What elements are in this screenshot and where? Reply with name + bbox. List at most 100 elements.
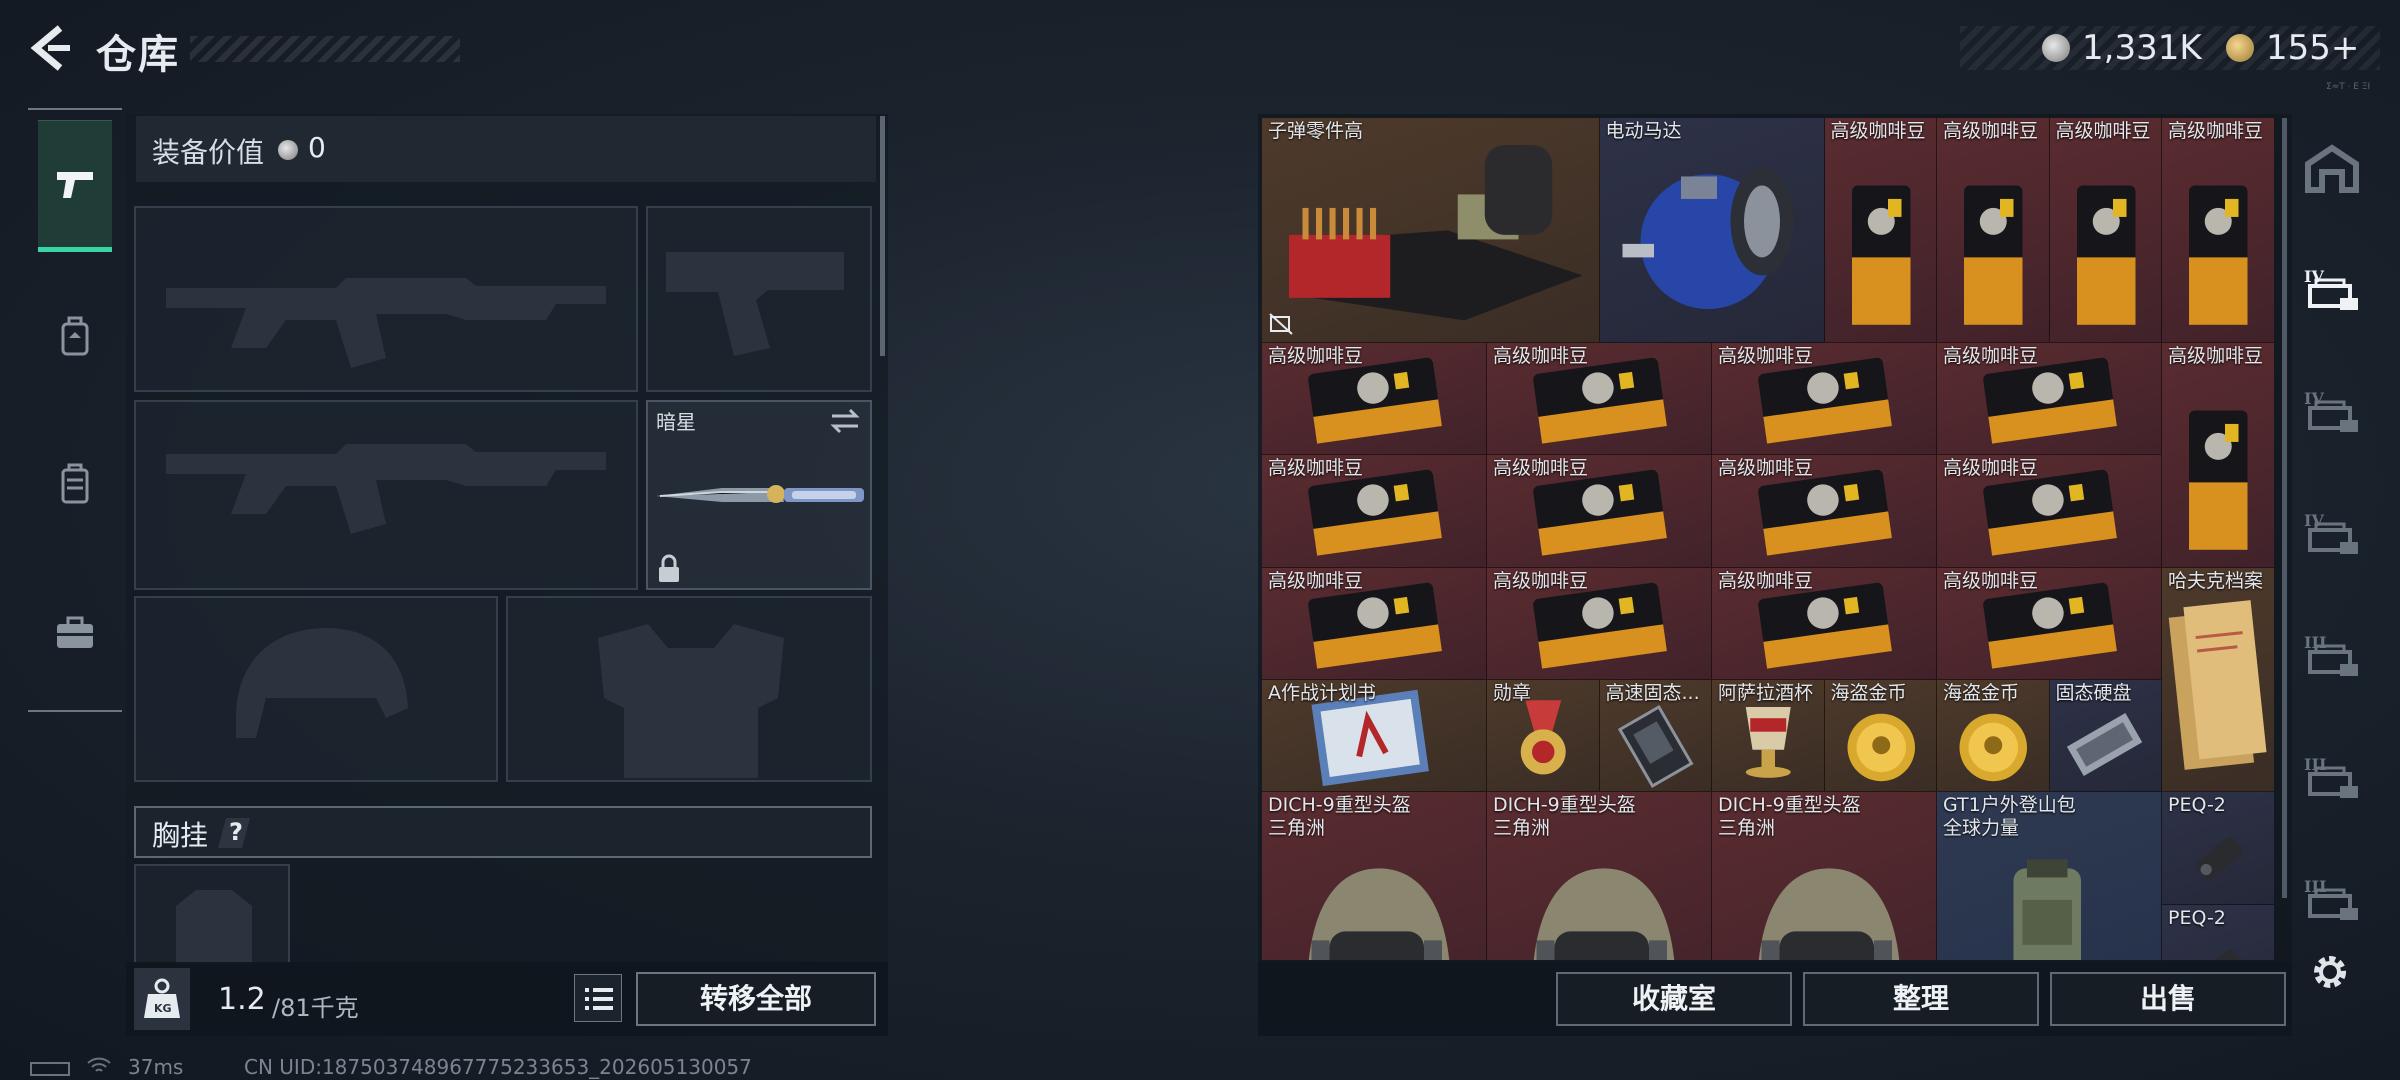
list-view-button[interactable] <box>574 974 622 1022</box>
storage-item[interactable]: 电动马达 <box>1599 118 1825 343</box>
storage-item[interactable]: 高级咖啡豆 <box>1824 118 1937 343</box>
helmet-slot[interactable] <box>134 596 498 782</box>
storage-item[interactable]: 高级咖啡豆 <box>1712 455 1937 568</box>
item-name: 高级咖啡豆 <box>1268 457 1364 480</box>
item-name: PEQ-2 <box>2168 906 2226 929</box>
container-tab[interactable]: IV <box>2300 382 2364 446</box>
item-name: 高级咖啡豆 <box>1493 457 1589 480</box>
weight-icon: KG <box>134 968 190 1030</box>
item-name: 子弹零件高 <box>1268 120 1364 142</box>
container-iv-icon: IV <box>2304 389 2358 432</box>
storage-item[interactable]: 高级咖啡豆 <box>1487 567 1712 680</box>
loadout-scrollbar[interactable] <box>880 116 885 356</box>
storage-item[interactable]: 高级咖啡豆 <box>1712 567 1937 680</box>
svg-text:IV: IV <box>2304 267 2324 286</box>
lock-icon <box>659 554 679 582</box>
container-tab[interactable] <box>2300 138 2364 202</box>
storage-item[interactable]: 高级咖啡豆 <box>1262 567 1487 680</box>
tab-cases[interactable] <box>38 566 112 698</box>
back-button[interactable] <box>26 22 78 74</box>
item-name: PEQ-2 <box>2168 794 2226 817</box>
storage-item[interactable]: 高级咖啡豆 <box>1487 342 1712 456</box>
organize-button[interactable]: 整理 <box>1803 972 2039 1026</box>
storage-item[interactable]: PEQ-2 <box>2162 792 2274 905</box>
item-name: 高级咖啡豆 <box>1268 344 1364 367</box>
swap-icon[interactable] <box>828 408 862 434</box>
primary-weapon-slot-1[interactable] <box>134 206 638 392</box>
storage-item[interactable]: 高级咖啡豆 <box>1262 342 1487 456</box>
storage-item[interactable]: 高级咖啡豆 <box>1937 118 2050 343</box>
gold-coin-icon <box>2226 34 2254 62</box>
storage-item[interactable]: 海盗金币 <box>1824 680 1937 793</box>
container-tab[interactable]: IV <box>2300 260 2364 324</box>
tab-backpack[interactable] <box>38 270 112 402</box>
collection-room-button[interactable]: 收藏室 <box>1556 972 1792 1026</box>
storage-item[interactable]: 高级咖啡豆 <box>1487 455 1712 568</box>
storage-item[interactable]: 高级咖啡豆 <box>1262 455 1487 568</box>
item-name: DICH-9重型头盔 <box>1718 794 1861 817</box>
silver-amount[interactable]: 1,331K <box>2082 28 2202 68</box>
item-subtitle: 三角洲 <box>1718 817 1776 840</box>
item-name: 高级咖啡豆 <box>1830 120 1926 142</box>
container-tab[interactable]: III <box>2300 748 2364 812</box>
storage-item[interactable]: 高级咖啡豆 <box>2162 118 2274 343</box>
rifle-silhouette-icon <box>166 278 606 368</box>
storage-item[interactable]: 阿萨拉酒杯 <box>1712 680 1825 793</box>
container-tab[interactable]: IV <box>2300 504 2364 568</box>
storage-item[interactable]: 勋章 <box>1487 680 1600 793</box>
storage-item[interactable]: 高级咖啡豆 <box>1937 567 2162 680</box>
storage-item[interactable]: DICH-9重型头盔 三角洲 <box>1487 792 1712 960</box>
storage-item[interactable]: 固态硬盘 <box>2049 680 2162 793</box>
storage-item[interactable]: A作战计划书 <box>1262 680 1487 793</box>
motor-icon <box>1622 167 1793 310</box>
settings-button[interactable] <box>2306 948 2354 996</box>
primary-weapon-slot-2[interactable] <box>134 400 638 590</box>
item-name: 高级咖啡豆 <box>1943 457 2039 480</box>
tab-chest-rig[interactable] <box>38 418 112 550</box>
secondary-weapon-slot[interactable] <box>646 206 872 392</box>
item-name: 海盗金币 <box>1943 682 2020 704</box>
gold-amount[interactable]: 155+ <box>2266 28 2359 68</box>
svg-text:IV: IV <box>2304 389 2324 408</box>
dossier-icon <box>2168 599 2267 770</box>
rifle-silhouette-icon <box>166 444 606 534</box>
briefcase-icon <box>57 616 93 648</box>
user-uid: CN UID:187503748967775233653_20260513005… <box>244 1055 752 1079</box>
storage-item[interactable]: GT1户外登山包 全球力量 <box>1937 792 2162 960</box>
storage-scrollbar[interactable] <box>2282 118 2287 898</box>
storage-item[interactable]: 高级咖啡豆 <box>1937 342 2162 456</box>
item-name: 勋章 <box>1493 682 1532 704</box>
item-name: 高级咖啡豆 <box>2168 120 2264 142</box>
battery-icon <box>30 1062 70 1076</box>
container-tab[interactable]: III <box>2300 870 2364 934</box>
storage-item[interactable]: 子弹零件高 <box>1262 118 1600 343</box>
weight-max: /81千克 <box>272 994 359 1022</box>
storage-item[interactable]: 高级咖啡豆 <box>1937 455 2162 568</box>
tab-weapons[interactable] <box>38 120 112 252</box>
transfer-all-button[interactable]: 转移全部 <box>636 972 876 1026</box>
storage-item[interactable]: 高级咖啡豆 <box>2049 118 2162 343</box>
body-armor-slot[interactable] <box>506 596 872 782</box>
storage-item[interactable]: PEQ-2 <box>2162 904 2274 960</box>
storage-item[interactable]: DICH-9重型头盔 三角洲 <box>1712 792 1937 960</box>
storage-item[interactable]: 高级咖啡豆 <box>1712 342 1937 456</box>
loadout-sidebar <box>28 108 122 712</box>
ping-readout: 37ms <box>128 1055 184 1079</box>
safehouse-icon <box>2305 144 2359 193</box>
pistol-icon <box>57 172 93 198</box>
chest-rig-slot[interactable] <box>134 864 290 964</box>
help-icon[interactable]: ? <box>216 816 252 850</box>
item-name: A作战计划书 <box>1268 682 1376 704</box>
svg-text:IV: IV <box>2304 511 2324 530</box>
back-arrow-icon <box>30 25 70 71</box>
item-name: 海盗金币 <box>1830 682 1907 704</box>
item-name: 阿萨拉酒杯 <box>1718 682 1814 704</box>
storage-item[interactable]: DICH-9重型头盔 三角洲 <box>1262 792 1487 960</box>
storage-item[interactable]: 高速固态... <box>1599 680 1712 793</box>
storage-item[interactable]: 哈夫克档案 <box>2162 567 2274 793</box>
melee-weapon-slot[interactable]: 暗星 <box>646 400 872 590</box>
storage-item[interactable]: 高级咖啡豆 <box>2162 342 2274 568</box>
sell-button[interactable]: 出售 <box>2050 972 2286 1026</box>
container-tab[interactable]: III <box>2300 626 2364 690</box>
storage-item[interactable]: 海盗金币 <box>1937 680 2050 793</box>
